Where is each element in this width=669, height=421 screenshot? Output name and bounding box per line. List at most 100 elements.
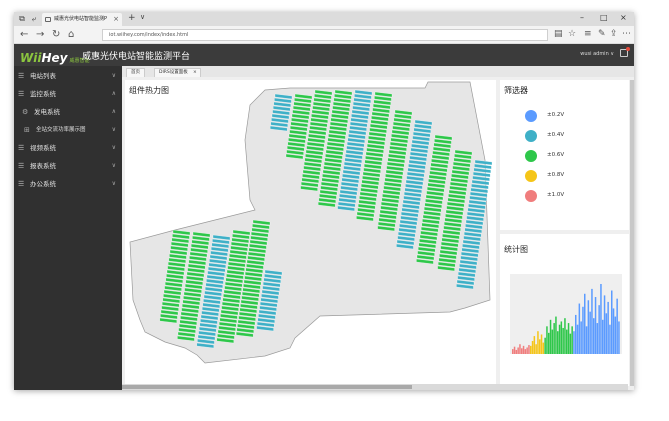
tab-dirs-panel[interactable]: DIRS设置面板 × xyxy=(154,68,201,77)
app-title: 威惠光伏电站智能监测平台 xyxy=(82,52,191,62)
filter-dot-blue xyxy=(525,110,537,122)
gear-icon: ⚙ xyxy=(22,108,29,116)
chart-bar xyxy=(530,345,532,354)
chart-bar xyxy=(533,336,536,354)
browser-window: ⧉ ⤶ 威惠光伏电站智能监测P × + ∨ – □ × ← → ↻ ⌂ iot.… xyxy=(14,12,634,390)
chart-bar xyxy=(521,348,523,354)
chart-bar xyxy=(600,284,602,354)
chart-bar xyxy=(569,333,572,354)
home-icon[interactable]: ⌂ xyxy=(68,29,74,41)
filter-label: ±0.2V xyxy=(547,112,565,118)
tab-actions-icon[interactable]: ⧉ xyxy=(17,14,27,24)
close-window-button[interactable]: × xyxy=(620,13,627,22)
chart-bar xyxy=(515,349,518,354)
chart-bar xyxy=(612,308,615,354)
sidebar-item-office[interactable]: ☰ 办公系统 ∨ xyxy=(14,176,122,192)
horizontal-scrollbar[interactable] xyxy=(122,384,628,390)
chart-bar xyxy=(551,329,554,354)
back-tabs-icon[interactable]: ⤶ xyxy=(29,14,39,24)
forward-icon[interactable]: → xyxy=(36,29,44,41)
back-icon[interactable]: ← xyxy=(20,29,28,41)
user-menu[interactable]: wusi admin ∨ xyxy=(580,51,614,57)
sidebar-item-monitoring[interactable]: ☰ 监控系统 ∧ xyxy=(14,86,122,102)
chart-bar xyxy=(549,319,552,354)
close-icon[interactable]: × xyxy=(193,69,197,77)
tab-dirs-label: DIRS设置面板 xyxy=(159,70,188,75)
more-icon[interactable]: ⋯ xyxy=(622,29,631,39)
chart-bar xyxy=(542,342,545,354)
list-icon: ☰ xyxy=(18,90,25,98)
maximize-button[interactable]: □ xyxy=(600,13,608,22)
chevron-up-icon: ∧ xyxy=(111,90,116,97)
chevron-up-icon: ∧ xyxy=(111,108,116,115)
pen-icon[interactable]: ✎ xyxy=(598,29,606,39)
chart-bar xyxy=(553,323,555,354)
url-field[interactable]: iot.wiihey.com/index/index.html xyxy=(102,29,548,41)
chart-bar xyxy=(513,346,516,354)
reading-view-icon[interactable]: ▤ xyxy=(554,29,563,39)
browser-tab[interactable]: 威惠光伏电站智能监测P × xyxy=(42,13,122,26)
filter-dot-green xyxy=(525,150,537,162)
filter-label: ±0.4V xyxy=(547,132,565,138)
chart-bar xyxy=(522,345,525,354)
favorites-icon[interactable]: ≡ xyxy=(584,29,592,39)
tab-home[interactable]: 首页 xyxy=(126,68,145,77)
chart-bar xyxy=(591,288,593,354)
sidebar-item-station-list[interactable]: ☰ 电站列表 ∨ xyxy=(14,68,122,84)
chart-bar xyxy=(519,344,521,354)
favorite-star-icon[interactable]: ☆ xyxy=(568,29,576,39)
filter-label: ±1.0V xyxy=(547,192,565,198)
page-icon xyxy=(45,17,51,22)
chart-bar xyxy=(560,321,563,354)
chart-bar xyxy=(517,347,519,354)
minimize-button[interactable]: – xyxy=(580,13,584,22)
chevron-down-icon: ∨ xyxy=(111,126,116,133)
sidebar-item-label: 电站列表 xyxy=(30,72,56,80)
tab-close-icon[interactable]: × xyxy=(113,13,119,26)
sidebar-item-label: 办公系统 xyxy=(30,180,56,188)
chart-bar xyxy=(578,303,581,354)
chart-bar xyxy=(602,319,604,354)
list-icon: ☰ xyxy=(18,144,25,152)
chart-bar xyxy=(531,340,534,354)
new-tab-button[interactable]: + xyxy=(128,13,136,23)
tab-list-button[interactable]: ∨ xyxy=(140,13,145,21)
chart-bar xyxy=(580,321,582,354)
notification-dot xyxy=(626,47,630,51)
logo-wii-text: Wii xyxy=(20,51,42,65)
sidebar-item-label: 报表系统 xyxy=(30,162,56,170)
heatmap-panel: 组件热力图 xyxy=(125,80,496,386)
chart-bar xyxy=(593,318,595,354)
sidebar-item-reports[interactable]: ☰ 报表系统 ∨ xyxy=(14,158,122,174)
chart-bar xyxy=(571,326,573,354)
chart-bar xyxy=(611,290,613,354)
sidebar-item-label: 全站交流功率展示图 xyxy=(36,127,86,133)
chart-bar xyxy=(575,314,577,354)
sidebar-item-video[interactable]: ☰ 视频系统 ∨ xyxy=(14,140,122,156)
chart-bar xyxy=(596,323,599,354)
chart-bar xyxy=(566,329,568,354)
browser-tab-title: 威惠光伏电站智能监测P xyxy=(54,16,108,22)
chart-bar xyxy=(607,301,609,354)
chart-bar xyxy=(598,305,600,354)
chart-bar xyxy=(524,349,527,354)
chart-bar xyxy=(512,349,514,354)
vertical-scrollbar[interactable] xyxy=(630,80,634,386)
sidebar-item-generation[interactable]: ⚙ 发电系统 ∧ xyxy=(14,104,122,120)
horizontal-scroll-thumb[interactable] xyxy=(122,385,412,389)
list-icon: ☰ xyxy=(18,72,25,80)
refresh-icon[interactable]: ↻ xyxy=(52,29,60,41)
wiihey-logo: WiiHey 威惠智能 xyxy=(20,47,90,65)
filter-dot-red xyxy=(525,190,537,202)
chart-bar xyxy=(557,331,559,354)
chevron-down-icon: ∨ xyxy=(111,144,116,151)
sidebar-item-ac-power-chart[interactable]: ⊞ 全站交流功率展示图 ∨ xyxy=(14,122,122,138)
address-bar: ← → ↻ ⌂ iot.wiihey.com/index/index.html … xyxy=(14,26,634,44)
filter-label: ±0.6V xyxy=(547,152,565,158)
chart-bar xyxy=(614,316,617,354)
filter-title: 筛选器 xyxy=(504,86,528,95)
notification-icon[interactable] xyxy=(620,47,630,57)
share-icon[interactable]: ⇪ xyxy=(610,29,618,39)
heatmap-canvas[interactable] xyxy=(125,80,496,386)
chart-bar xyxy=(528,345,530,354)
